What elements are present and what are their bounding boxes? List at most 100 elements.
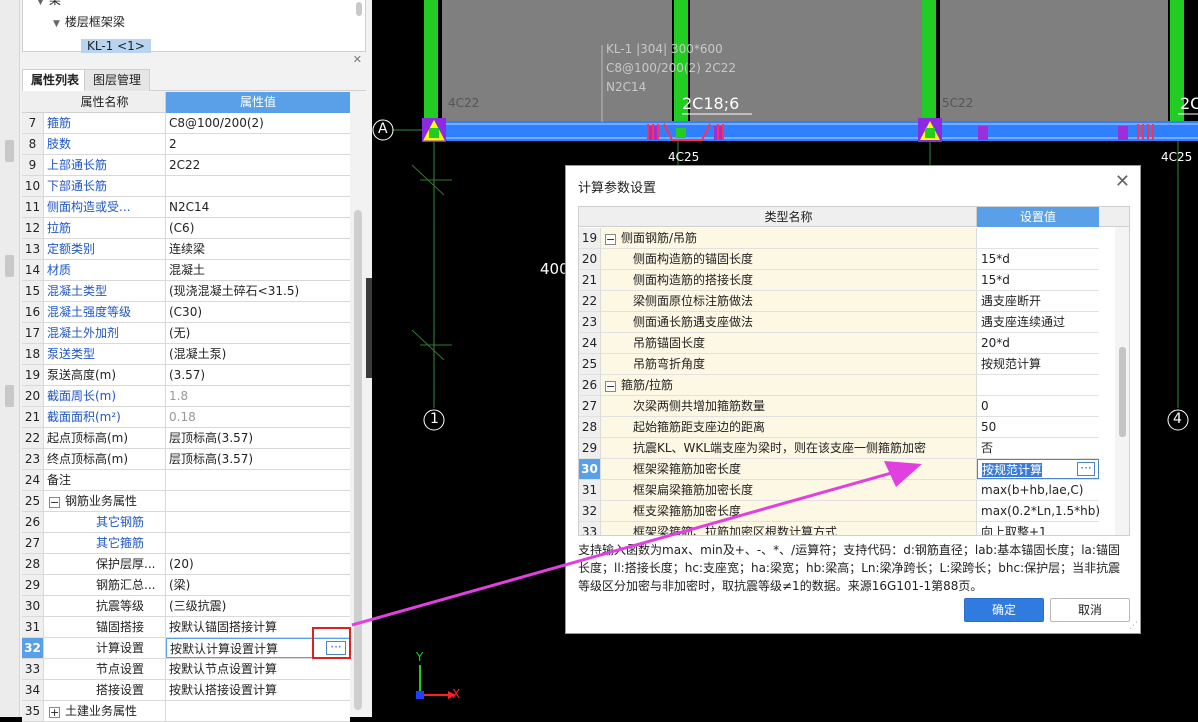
edge-grip[interactable] <box>5 140 14 162</box>
setting-row[interactable]: 31 框架扁梁箍筋加密长度 max(b+hb,lae,C) <box>579 480 1099 501</box>
setting-value[interactable]: 15*d <box>977 270 1099 290</box>
setting-value[interactable]: 向上取整+1 <box>977 522 1099 535</box>
prop-row[interactable]: 18 泵送类型 (混凝土泵) <box>22 344 350 365</box>
prop-row[interactable]: 26 其它钢筋 <box>22 512 350 533</box>
setting-value[interactable] <box>977 375 1099 395</box>
setting-value[interactable] <box>977 228 1099 248</box>
edge-grip[interactable] <box>5 255 14 277</box>
prop-row[interactable]: 23 终点顶标高(m) 层顶标高(3.57) <box>22 449 350 470</box>
prop-row[interactable]: 20 截面周长(m) 1.8 <box>22 386 350 407</box>
prop-row[interactable]: 19 泵送高度(m) (3.57) <box>22 365 350 386</box>
prop-row[interactable]: 29 钢筋汇总... (梁) <box>22 575 350 596</box>
prop-value[interactable]: 混凝土 <box>166 260 350 280</box>
prop-value[interactable]: 层顶标高(3.57) <box>166 449 350 469</box>
setting-value[interactable]: max(b+hb,lae,C) <box>977 480 1099 500</box>
setting-value[interactable]: 遇支座连续通过 <box>977 312 1099 332</box>
grid-scrollbar[interactable] <box>1119 347 1126 437</box>
setting-value[interactable]: 15*d <box>977 249 1099 269</box>
setting-row[interactable]: 21 侧面构造筋的搭接长度 15*d <box>579 270 1099 291</box>
tab-property-list[interactable]: 属性列表 <box>22 69 89 91</box>
prop-value[interactable]: 1.8 <box>166 386 350 406</box>
prop-value[interactable]: (三级抗震) <box>166 596 350 616</box>
prop-row[interactable]: 21 截面面积(m²) 0.18 <box>22 407 350 428</box>
setting-value[interactable]: 按规范计算 ··· <box>977 459 1099 479</box>
prop-value[interactable]: 按默认搭接设置计算 <box>166 680 350 700</box>
setting-value[interactable]: 20*d <box>977 333 1099 353</box>
expand-icon[interactable]: + <box>49 707 60 718</box>
prop-value[interactable] <box>166 491 350 511</box>
prop-row[interactable]: 25− 钢筋业务属性 <box>22 491 350 512</box>
prop-value[interactable] <box>166 512 350 532</box>
prop-value[interactable] <box>166 470 350 490</box>
prop-row[interactable]: 16 混凝土强度等级 (C30) <box>22 302 350 323</box>
prop-row[interactable]: 31 锚固搭接 按默认锚固搭接计算 <box>22 617 350 638</box>
prop-value[interactable]: (C6) <box>166 218 350 238</box>
prop-row[interactable]: 33 节点设置 按默认节点设置计算 <box>22 659 350 680</box>
tab-layer-management[interactable]: 图层管理 <box>84 69 151 91</box>
property-scrollbar[interactable] <box>354 210 362 710</box>
prop-value[interactable]: (梁) <box>166 575 350 595</box>
cancel-button[interactable]: 取消 <box>1050 598 1130 622</box>
prop-value[interactable]: C8@100/200(2) <box>166 113 350 133</box>
prop-value[interactable] <box>166 533 350 553</box>
prop-row-selected[interactable]: 32 计算设置 按默认计算设置计算 ··· <box>22 638 350 659</box>
chevron-down-icon[interactable]: ▼ <box>53 19 60 29</box>
setting-value[interactable]: 遇支座断开 <box>977 291 1099 311</box>
setting-row[interactable]: 29 抗震KL、WKL端支座为梁时，则在该支座一侧箍筋加密否 <box>579 438 1099 459</box>
prop-row[interactable]: 14 材质 混凝土 <box>22 260 350 281</box>
setting-row[interactable]: 24 吊筋锚固长度 20*d <box>579 333 1099 354</box>
prop-value[interactable]: 连续梁 <box>166 239 350 259</box>
setting-row[interactable]: 27 次梁两侧共增加箍筋数量 0 <box>579 396 1099 417</box>
setting-value[interactable]: 按规范计算 <box>977 354 1099 374</box>
prop-row[interactable]: 27 其它箍筋 <box>22 533 350 554</box>
prop-row[interactable]: 7 箍筋 C8@100/200(2) <box>22 113 350 134</box>
prop-row[interactable]: 35 + 土建业务属性 <box>22 701 350 722</box>
prop-row[interactable]: 13 定额类别 连续梁 <box>22 239 350 260</box>
prop-row[interactable]: 34 搭接设置 按默认搭接设置计算 <box>22 680 350 701</box>
prop-row[interactable]: 15 混凝土类型 (现浇混凝土碎石<31.5) <box>22 281 350 302</box>
close-icon[interactable]: ✕ <box>1115 173 1130 191</box>
prop-value[interactable]: 2 <box>166 134 350 154</box>
prop-row[interactable]: 11 侧面构造或受... N2C14 <box>22 197 350 218</box>
prop-row[interactable]: 24 备注 <box>22 470 350 491</box>
prop-value[interactable] <box>166 701 350 721</box>
collapse-icon[interactable]: − <box>605 234 616 245</box>
tree-item-kl1[interactable]: KL-1 <1> <box>81 37 151 55</box>
prop-value[interactable]: (无) <box>166 323 350 343</box>
prop-value[interactable]: (混凝土泵) <box>166 344 350 364</box>
prop-value[interactable]: N2C14 <box>166 197 350 217</box>
ellipsis-button[interactable]: ··· <box>1077 462 1095 476</box>
prop-value[interactable]: (现浇混凝土碎石<31.5) <box>166 281 350 301</box>
setting-value[interactable]: 50 <box>977 417 1099 437</box>
setting-row[interactable]: 25 吊筋弯折角度 按规范计算 <box>579 354 1099 375</box>
close-icon[interactable]: ✕ <box>353 53 362 66</box>
prop-value[interactable]: (20) <box>166 554 350 574</box>
setting-row-selected[interactable]: 30 框架梁箍筋加密长度 按规范计算 ··· <box>579 459 1099 480</box>
tree-scrollbar[interactable] <box>356 2 362 16</box>
prop-row[interactable]: 8 肢数 2 <box>22 134 350 155</box>
setting-value[interactable]: 0 <box>977 396 1099 416</box>
tree-item-liang[interactable]: ▼ 梁 <box>37 0 61 9</box>
prop-row[interactable]: 12 拉筋 (C6) <box>22 218 350 239</box>
setting-row[interactable]: 28 起始箍筋距支座边的距离 50 <box>579 417 1099 438</box>
ok-button[interactable]: 确定 <box>964 598 1044 622</box>
prop-row[interactable]: 30 抗震等级 (三级抗震) <box>22 596 350 617</box>
edge-grip[interactable] <box>5 385 14 407</box>
prop-value[interactable] <box>166 176 350 196</box>
prop-value[interactable]: 2C22 <box>166 155 350 175</box>
setting-row[interactable]: 20 侧面构造筋的锚固长度 15*d <box>579 249 1099 270</box>
setting-value[interactable]: max(0.2*Ln,1.5*hb) <box>977 501 1099 521</box>
tree-item-floor-frame-beam[interactable]: ▼ 楼层框架梁 <box>53 13 125 31</box>
setting-row[interactable]: 26− 箍筋/拉筋 <box>579 375 1099 396</box>
prop-value[interactable]: (3.57) <box>166 365 350 385</box>
setting-row[interactable]: 22 梁侧面原位标注筋做法 遇支座断开 <box>579 291 1099 312</box>
resize-grip-icon[interactable]: ⋰ <box>1129 621 1138 631</box>
collapse-icon[interactable]: − <box>605 381 616 392</box>
prop-row[interactable]: 9 上部通长筋 2C22 <box>22 155 350 176</box>
setting-row[interactable]: 32 框支梁箍筋加密长度 max(0.2*Ln,1.5*hb) <box>579 501 1099 522</box>
prop-value[interactable]: 层顶标高(3.57) <box>166 428 350 448</box>
prop-value[interactable]: 按默认节点设置计算 <box>166 659 350 679</box>
prop-row[interactable]: 28 保护层厚... (20) <box>22 554 350 575</box>
prop-row[interactable]: 17 混凝土外加剂 (无) <box>22 323 350 344</box>
setting-value[interactable]: 否 <box>977 438 1099 458</box>
